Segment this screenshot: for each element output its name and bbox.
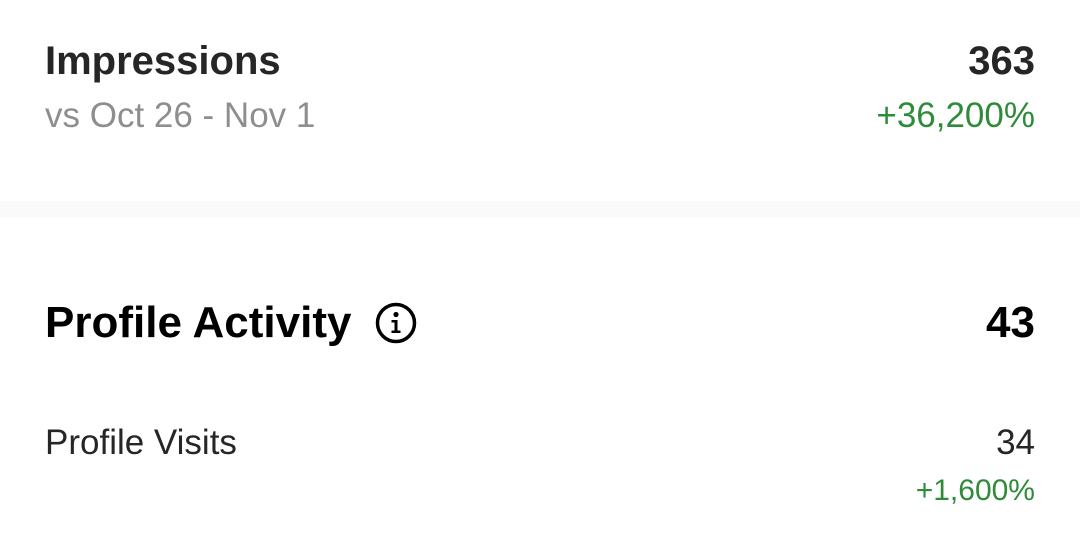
- impressions-comparison-period: vs Oct 26 - Nov 1: [45, 96, 316, 135]
- profile-activity-title: Profile Activity: [45, 298, 352, 347]
- impressions-value: 363: [968, 39, 1035, 83]
- info-icon[interactable]: [375, 302, 417, 344]
- profile-activity-value: 43: [986, 298, 1035, 347]
- impressions-title: Impressions: [45, 39, 281, 83]
- profile-visits-value: 34: [996, 423, 1035, 462]
- impressions-change-percent: +36,200%: [876, 96, 1035, 135]
- profile-activity-header: Profile Activity: [45, 296, 417, 350]
- profile-visits-change-percent: +1,600%: [915, 474, 1035, 507]
- section-divider: [0, 201, 1080, 217]
- profile-visits-label: Profile Visits: [45, 423, 237, 462]
